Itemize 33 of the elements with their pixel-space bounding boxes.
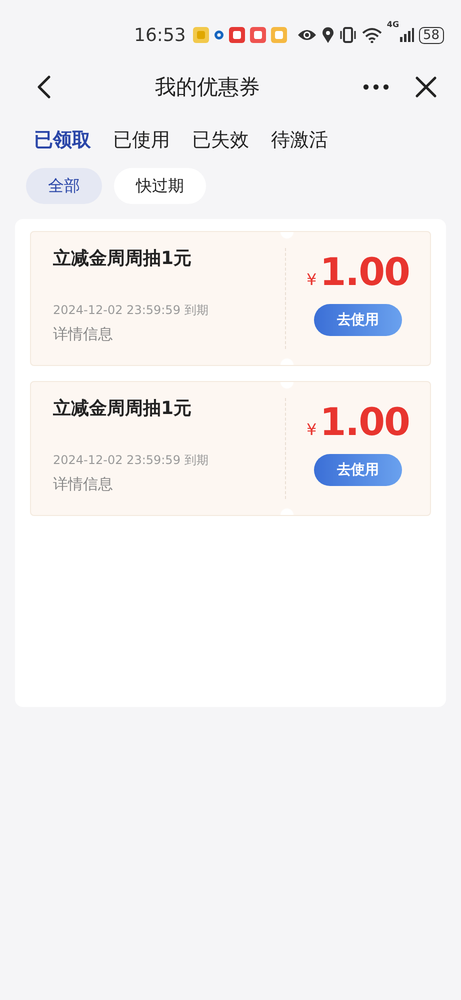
tab[interactable]: 已使用 [113,127,170,153]
expiry-date: 2024-12-02 23:59:59 到期 [53,452,210,469]
app-notification-icon [192,27,209,43]
back-icon [36,75,52,99]
use-button[interactable]: 去使用 [314,454,402,486]
status-time: 16:53 [134,24,186,46]
eye-icon [296,28,317,42]
app-notification-icon [214,30,224,40]
coupon-title: 立减金周周抽1元 [53,247,193,270]
signal-icon [400,28,414,42]
network-label: 4G [386,20,400,29]
tab[interactable]: 已失效 [192,127,249,153]
more-icon [363,84,389,90]
location-icon [322,27,334,43]
tab[interactable]: 待激活 [271,127,328,153]
filter-chip[interactable]: 全部 [26,168,102,204]
coupon-amount: 1.00 [320,400,410,444]
use-button[interactable]: 去使用 [314,304,402,336]
close-icon [415,76,437,98]
app-notification-icon [270,27,287,43]
vibrate-icon [338,27,357,43]
currency-symbol: ¥ [306,420,317,439]
tab[interactable]: 已领取 [34,127,91,153]
coupon-title: 立减金周周抽1元 [53,397,193,420]
page-title: 我的优惠券 [155,74,260,101]
currency-symbol: ¥ [306,270,317,289]
app-notification-icon [250,27,266,43]
app-notification-icon [228,27,245,43]
wifi-icon [362,27,382,43]
filter-chip[interactable]: 快过期 [114,168,206,204]
expiry-date: 2024-12-02 23:59:59 到期 [53,302,210,319]
coupon-amount: 1.00 [320,250,410,294]
battery-indicator: 58 [419,26,444,44]
